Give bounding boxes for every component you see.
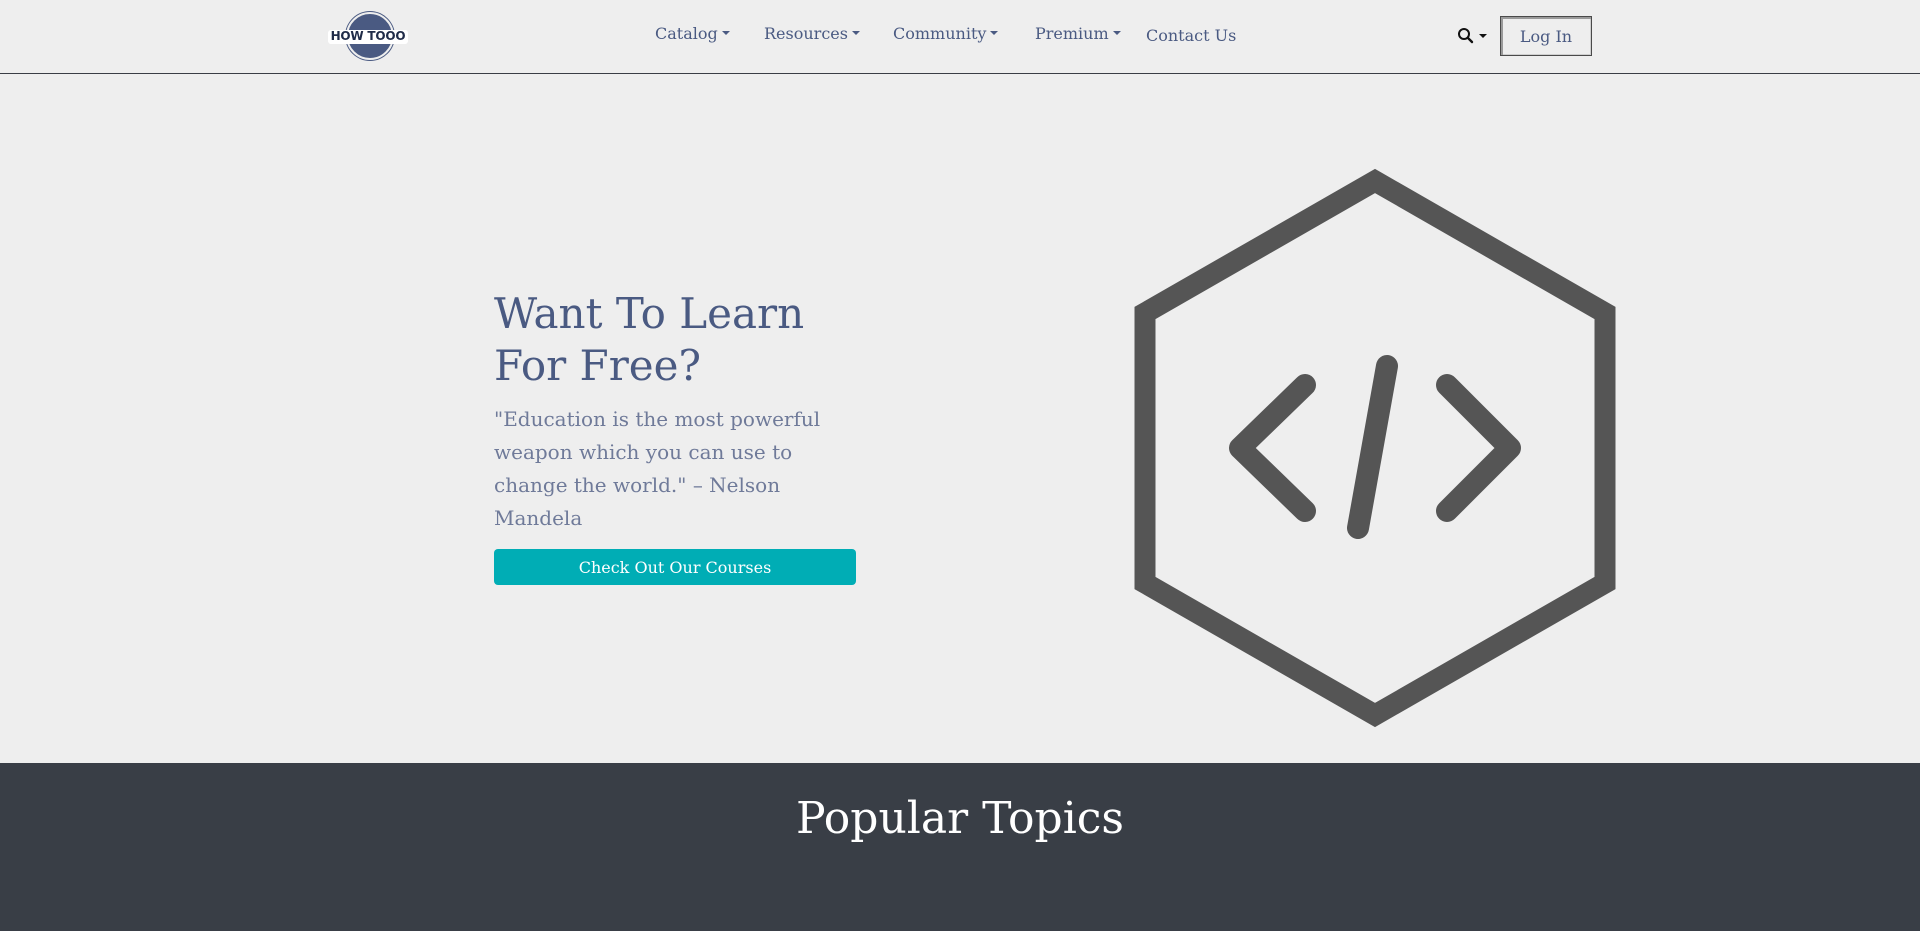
hexagon-code-icon bbox=[1134, 168, 1616, 728]
login-button[interactable]: Log In bbox=[1500, 16, 1592, 56]
nav-catalog-label: Catalog bbox=[655, 24, 718, 43]
chevron-down-icon bbox=[851, 30, 860, 35]
logo-text: HOW TOOO bbox=[330, 29, 406, 43]
chevron-down-icon bbox=[990, 30, 999, 35]
nav-catalog[interactable]: Catalog bbox=[655, 24, 730, 43]
nav-premium-label: Premium bbox=[1035, 24, 1109, 43]
hero-quote: "Education is the most powerful weapon w… bbox=[494, 407, 821, 530]
popular-topics-title: Popular Topics bbox=[795, 793, 1125, 844]
nav-community[interactable]: Community bbox=[893, 24, 999, 43]
chevron-down-icon bbox=[721, 30, 730, 35]
nav-community-label: Community bbox=[893, 24, 987, 43]
nav-resources[interactable]: Resources bbox=[764, 24, 860, 43]
nav-premium[interactable]: Premium bbox=[1035, 24, 1121, 43]
nav-contact-label: Contact Us bbox=[1146, 26, 1237, 45]
popular-topics-section: Popular Topics bbox=[0, 763, 1920, 931]
brand-logo[interactable]: HOW TOOO bbox=[328, 12, 408, 62]
search-toggle[interactable] bbox=[1457, 25, 1489, 47]
chevron-down-icon bbox=[1479, 34, 1487, 38]
chevron-down-icon bbox=[1112, 30, 1121, 35]
search-icon bbox=[1458, 28, 1474, 44]
top-navbar: HOW TOOO Catalog Resources Community Pre… bbox=[0, 0, 1920, 74]
check-out-courses-button[interactable]: Check Out Our Courses bbox=[494, 549, 856, 585]
nav-contact-us[interactable]: Contact Us bbox=[1146, 26, 1236, 45]
hero-title: Want To Learn For Free? bbox=[494, 289, 805, 390]
nav-resources-label: Resources bbox=[764, 24, 848, 43]
